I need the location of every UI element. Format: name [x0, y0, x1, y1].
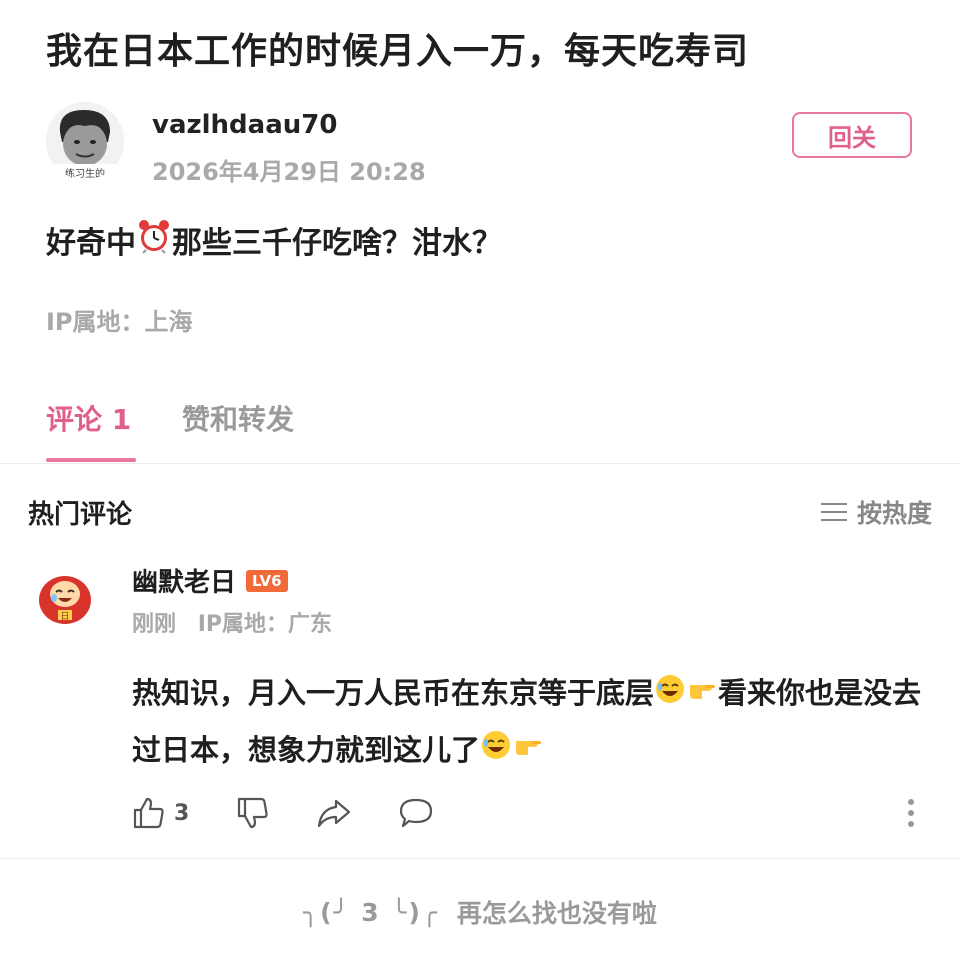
- divider: [0, 463, 960, 464]
- post-title: 我在日本工作的时候月入一万，每天吃寿司: [46, 31, 750, 72]
- speech-bubble-icon: [399, 798, 433, 828]
- more-options-button[interactable]: [906, 796, 916, 830]
- share-button[interactable]: [316, 796, 352, 830]
- menu-lines-icon: [820, 503, 847, 521]
- divider: [0, 858, 960, 859]
- more-vertical-icon: [908, 799, 914, 827]
- comment-meta: 刚刚 IP属地：广东: [132, 606, 346, 638]
- comment-item: 日 幽默老日 LV6 刚刚 IP属地：广东 热知识，月入一万人民币在东京等于底层…: [0, 560, 960, 860]
- end-text: 再怎么找也没有啦: [456, 899, 657, 928]
- svg-text:日: 日: [60, 611, 69, 622]
- shrug-kaomoji: ╮(╯ 3 ╰)╭: [303, 897, 439, 927]
- comment-actions: 3: [132, 796, 932, 836]
- comment-ip-location: IP属地：广东: [197, 612, 332, 637]
- sort-label: 按热度: [856, 499, 932, 528]
- author-name[interactable]: vazlhdaau70: [152, 110, 337, 140]
- reply-button[interactable]: [398, 796, 434, 830]
- follow-back-button[interactable]: 回关: [792, 112, 912, 158]
- like-count: 3: [174, 800, 190, 826]
- post-ip-location: IP属地：上海: [46, 308, 193, 336]
- commenter-avatar[interactable]: 日: [36, 568, 94, 626]
- share-arrow-icon: [317, 799, 351, 828]
- thumbs-down-icon: [237, 797, 268, 829]
- end-of-list-message: ╮(╯ 3 ╰)╭ 再怎么找也没有啦: [0, 894, 960, 930]
- dislike-button[interactable]: [236, 796, 270, 830]
- pointing-right-emoji-icon: [512, 724, 544, 779]
- meme-face-avatar-icon: 练习生的: [46, 102, 124, 180]
- daruma-avatar-icon: 日: [39, 576, 91, 624]
- pointing-right-emoji-icon: [686, 668, 718, 723]
- sort-by-popularity-button[interactable]: 按热度: [820, 494, 932, 530]
- post-body-text-end: 那些三千仔吃啥？泔水？: [172, 226, 502, 261]
- comment-text-part1: 热知识，月入一万人民币在东京等于底层: [132, 676, 655, 710]
- comment-text: 热知识，月入一万人民币在东京等于底层 看来你也是没去过日本，想象力就到这儿了: [132, 666, 932, 779]
- alarm-clock-icon: [136, 218, 172, 262]
- comment-time: 刚刚: [132, 612, 177, 637]
- thumbs-up-icon: [133, 797, 164, 829]
- post-body: 好奇中 那些三千仔吃啥？泔水？: [46, 218, 502, 262]
- rofl-emoji-icon: [654, 668, 686, 723]
- tab-comments[interactable]: 评论 1: [46, 398, 131, 438]
- like-button[interactable]: 3: [132, 796, 189, 830]
- rofl-emoji-icon: [480, 724, 512, 779]
- post-timestamp: 2026年4月29日 20:28: [152, 158, 426, 186]
- level-badge: LV6: [246, 569, 288, 592]
- post-body-text-start: 好奇中: [46, 226, 136, 261]
- active-tab-indicator: [46, 458, 136, 462]
- author-avatar[interactable]: 练习生的: [46, 102, 124, 180]
- tab-likes-reposts[interactable]: 赞和转发: [182, 398, 294, 438]
- author-row: 练习生的 vazlhdaau70 2026年4月29日 20:28 回关: [46, 100, 916, 190]
- hot-comments-heading: 热门评论: [28, 500, 133, 530]
- commenter-name[interactable]: 幽默老日: [132, 562, 236, 599]
- post-detail-page: 我在日本工作的时候月入一万，每天吃寿司 练习生的 vazlhdaau70 202…: [0, 0, 960, 974]
- commenter-name-row: 幽默老日 LV6: [132, 562, 288, 599]
- svg-text:练习生的: 练习生的: [65, 167, 105, 180]
